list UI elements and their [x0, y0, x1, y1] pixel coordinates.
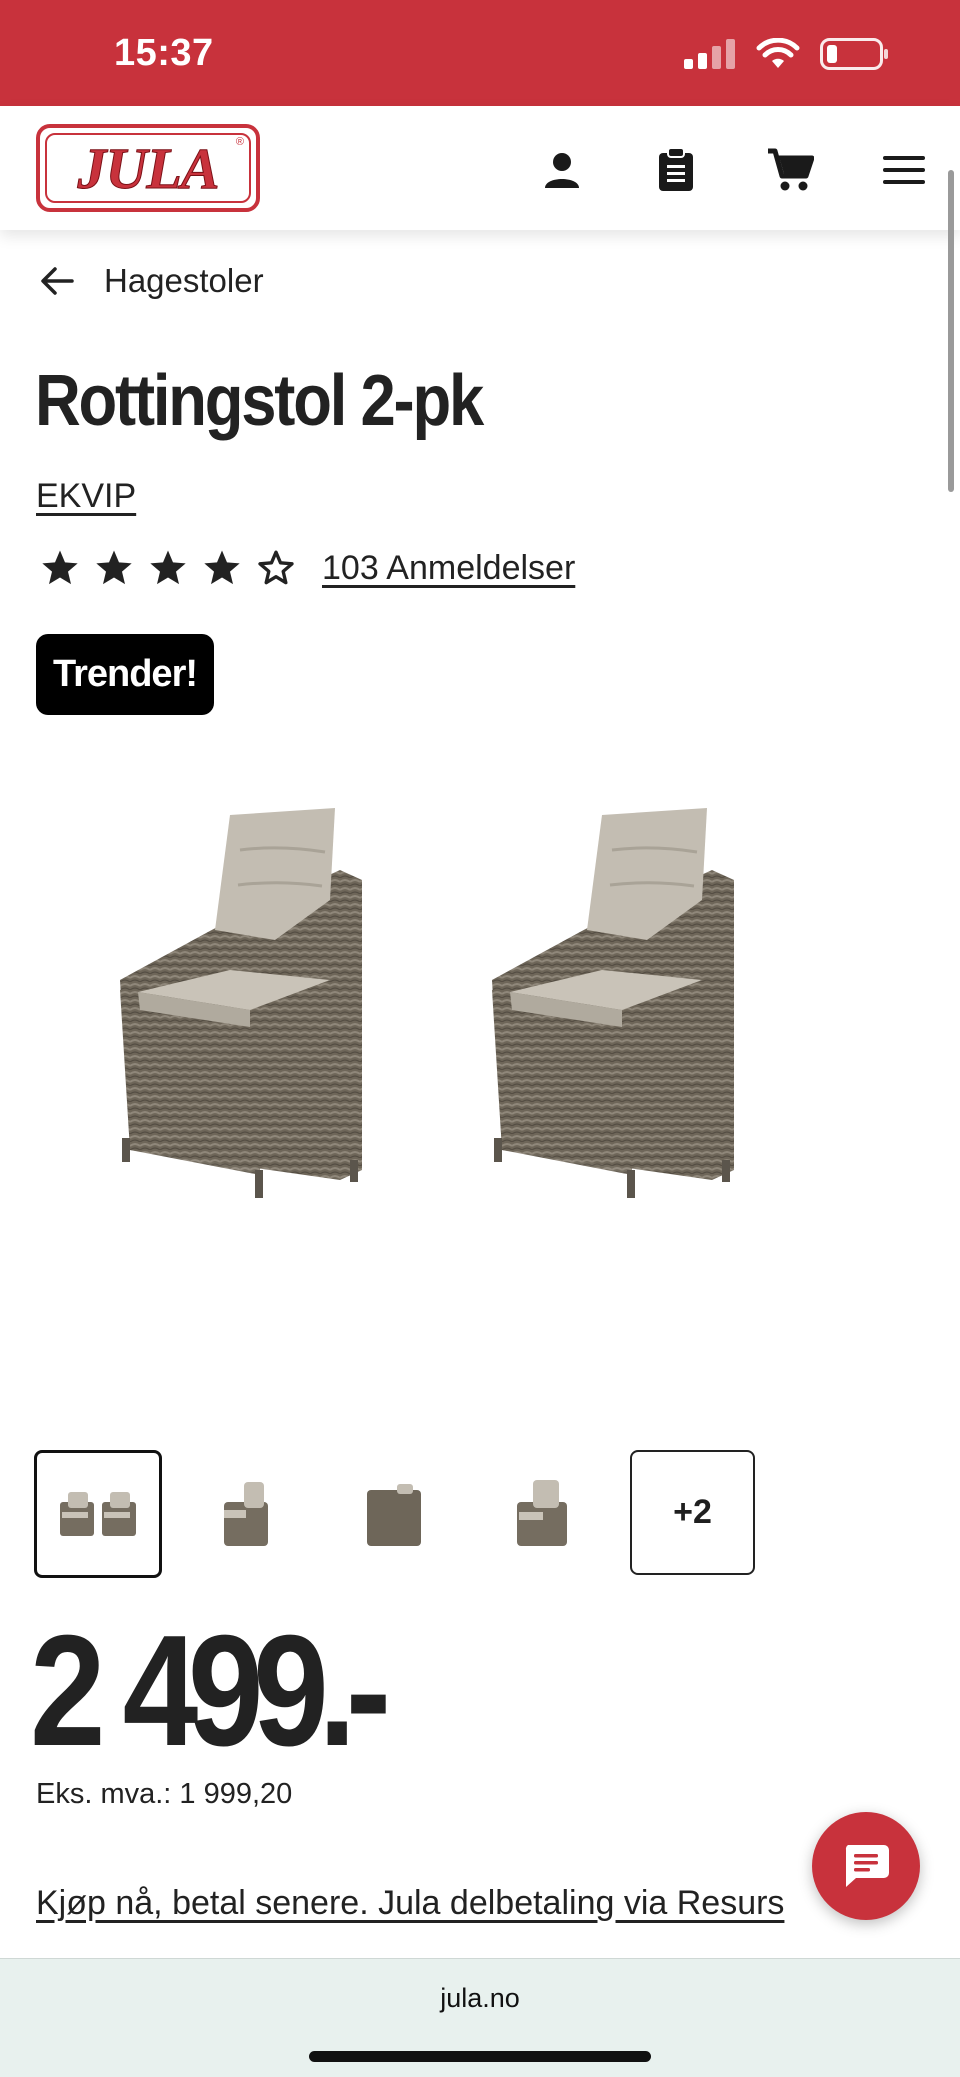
home-indicator[interactable]: [309, 2051, 651, 2062]
product-image[interactable]: [100, 790, 860, 1270]
back-link[interactable]: Hagestoler: [40, 262, 264, 300]
battery-icon: [820, 38, 888, 70]
url-label[interactable]: jula.no: [0, 1983, 960, 2014]
more-images-button[interactable]: +2: [630, 1450, 755, 1575]
thumbnail-4[interactable]: [478, 1450, 606, 1578]
brand-link[interactable]: EKVIP: [36, 477, 136, 516]
cart-icon[interactable]: [764, 144, 816, 196]
site-header: JULA ®: [0, 106, 960, 230]
trending-badge: Trender!: [36, 634, 214, 715]
product-price: 2 499.-: [30, 1603, 391, 1779]
account-icon[interactable]: [536, 144, 588, 196]
rating: 103 Anmeldelser: [40, 548, 575, 588]
rating-stars: [40, 548, 296, 588]
chair-right: [492, 808, 734, 1198]
star-filled-icon: [150, 550, 186, 585]
thumbnail-2[interactable]: [182, 1450, 310, 1578]
jula-logo[interactable]: JULA ®: [36, 124, 260, 212]
status-icons: [684, 38, 890, 70]
browser-bottom-bar: jula.no: [0, 1958, 960, 2077]
status-bar: 15:37: [0, 0, 960, 106]
arrow-left-icon: [41, 267, 74, 295]
wifi-icon: [756, 38, 800, 68]
star-filled-icon: [96, 550, 132, 585]
back-link-label: Hagestoler: [104, 262, 264, 299]
thumbnail-strip: +2: [34, 1450, 755, 1578]
thumbnail-3[interactable]: [330, 1450, 458, 1578]
star-filled-icon: [42, 550, 78, 585]
shopping-list-icon[interactable]: [650, 144, 702, 196]
signal-icon: [684, 39, 735, 69]
header-icons: [536, 144, 930, 196]
reviews-link[interactable]: 103 Anmeldelser: [322, 549, 575, 588]
installment-link[interactable]: Kjøp nå, betal senere. Jula delbetaling …: [36, 1884, 784, 1923]
logo-text: JULA: [77, 135, 220, 201]
logo-registered-mark: ®: [235, 136, 244, 148]
chat-button[interactable]: [812, 1812, 920, 1920]
product-title: Rottingstol 2-pk: [35, 361, 484, 441]
price-ex-vat: Eks. mva.: 1 999,20: [36, 1778, 293, 1810]
page-scrollbar[interactable]: [948, 170, 954, 492]
status-time: 15:37: [114, 32, 214, 74]
chat-icon: [845, 1845, 889, 1887]
logo-inner: JULA: [45, 133, 251, 203]
star-filled-icon: [204, 550, 240, 585]
menu-icon[interactable]: [878, 144, 930, 196]
star-outline-icon: [258, 550, 294, 585]
chair-left: [120, 808, 362, 1198]
thumbnail-1[interactable]: [34, 1450, 162, 1578]
